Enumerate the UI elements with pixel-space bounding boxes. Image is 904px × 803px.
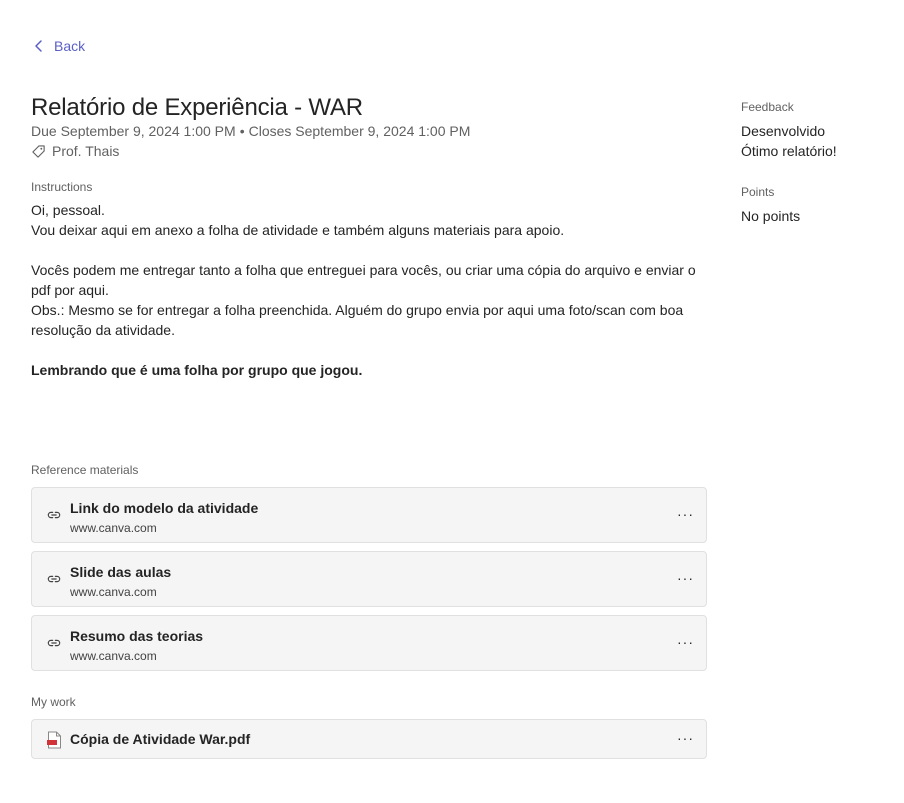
reference-item[interactable]: Link do modelo da atividade www.canva.co… bbox=[31, 487, 707, 543]
reference-item-name[interactable]: Resumo das teorias bbox=[70, 628, 203, 644]
assignment-title: Relatório de Experiência - WAR bbox=[31, 94, 363, 121]
link-icon bbox=[47, 511, 61, 519]
reference-item[interactable]: Slide das aulas www.canva.com ··· bbox=[31, 551, 707, 607]
instruction-line: Lembrando que é uma folha por grupo que … bbox=[31, 360, 711, 380]
more-options-button[interactable]: ··· bbox=[677, 506, 694, 522]
back-button[interactable]: Back bbox=[34, 38, 85, 54]
instructions-label: Instructions bbox=[31, 180, 93, 194]
reference-item-name[interactable]: Link do modelo da atividade bbox=[70, 500, 258, 516]
instruction-line: Obs.: Mesmo se for entregar a folha pree… bbox=[31, 302, 684, 338]
teacher-name: Prof. Thais bbox=[52, 143, 120, 159]
more-options-button[interactable]: ··· bbox=[677, 730, 694, 746]
points-value: No points bbox=[741, 208, 801, 224]
pdf-file-icon bbox=[47, 731, 61, 749]
link-icon bbox=[47, 575, 61, 583]
more-options-button[interactable]: ··· bbox=[677, 634, 694, 650]
reference-item-url: www.canva.com bbox=[70, 521, 157, 535]
my-work-file[interactable]: Cópia de Atividade War.pdf ··· bbox=[31, 719, 707, 759]
teacher-tag: Prof. Thais bbox=[31, 143, 119, 159]
feedback-text: Ótimo relatório! bbox=[741, 143, 837, 159]
chevron-left-icon bbox=[35, 40, 42, 52]
reference-item[interactable]: Resumo das teorias www.canva.com ··· bbox=[31, 615, 707, 671]
reference-item-name[interactable]: Slide das aulas bbox=[70, 564, 171, 580]
tag-icon bbox=[32, 144, 45, 158]
instructions-body: Oi, pessoal. Vou deixar aqui em anexo a … bbox=[31, 200, 711, 380]
instruction-emphasis: Lembrando que é uma folha por grupo que … bbox=[31, 362, 363, 378]
instruction-line: Vocês podem me entregar tanto a folha qu… bbox=[31, 262, 696, 298]
instruction-line: Oi, pessoal. bbox=[31, 202, 105, 218]
reference-item-url: www.canva.com bbox=[70, 649, 157, 663]
more-options-button[interactable]: ··· bbox=[677, 570, 694, 586]
feedback-panel: Feedback Desenvolvido Ótimo relatório! bbox=[741, 100, 837, 161]
assignment-dates: Due September 9, 2024 1:00 PM • Closes Sep… bbox=[31, 123, 470, 139]
points-panel: Points No points bbox=[741, 185, 800, 226]
link-icon bbox=[47, 639, 61, 647]
points-label: Points bbox=[741, 185, 775, 199]
my-work-file-name[interactable]: Cópia de Atividade War.pdf bbox=[70, 731, 250, 747]
instruction-line: Vou deixar aqui em anexo a folha de ativ… bbox=[31, 222, 565, 238]
date-separator: • bbox=[239, 123, 245, 139]
back-label: Back bbox=[54, 38, 86, 54]
feedback-label: Feedback bbox=[741, 100, 794, 114]
feedback-text: Desenvolvido bbox=[741, 123, 826, 139]
reference-materials-label: Reference materials bbox=[31, 463, 139, 477]
reference-item-url: www.canva.com bbox=[70, 585, 157, 599]
my-work-label: My work bbox=[31, 695, 76, 709]
due-date: Due September 9, 2024 1:00 PM bbox=[31, 123, 236, 139]
close-date: Closes September 9, 2024 1:00 PM bbox=[248, 123, 471, 139]
